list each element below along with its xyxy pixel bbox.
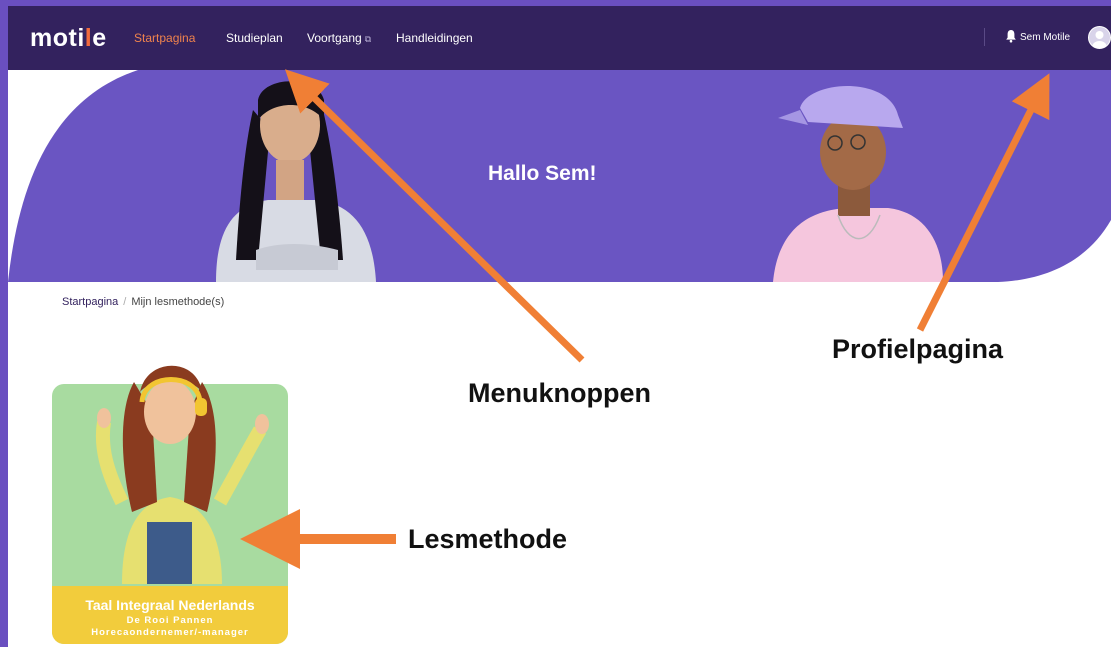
avatar[interactable] [1088,26,1111,49]
user-name[interactable]: Sem Motile [1020,32,1070,43]
hero-banner: Hallo Sem! [8,70,1111,282]
breadcrumb-current: Mijn lesmethode(s) [131,296,225,308]
breadcrumb-home-link[interactable]: Startpagina [62,296,118,308]
top-navigation: motile Startpagina Studieplan Voortgang ⧉… [8,6,1111,70]
method-card-subtitle-1: De Rooi Pannen [126,615,214,626]
motile-logo[interactable]: motile [30,24,107,53]
nav-item-voortgang-label: Voortgang [307,31,362,45]
annotation-menuknoppen: Menuknoppen [468,378,651,408]
nav-item-voortgang[interactable]: Voortgang ⧉ [307,31,371,45]
logo-text-prefix: moti [30,24,85,52]
bell-icon[interactable] [1005,29,1017,43]
breadcrumb-separator: / [123,296,127,308]
method-card-title: Taal Integraal Nederlands [85,597,255,613]
annotation-profielpagina: Profielpagina [832,334,1004,364]
hero-greeting: Hallo Sem! [488,162,597,185]
method-card-subtitle-2: Horecaondernemer/-manager [91,627,249,638]
nav-item-studieplan[interactable]: Studieplan [226,31,283,45]
external-link-icon: ⧉ [364,34,372,44]
logo-text-suffix: e [92,24,107,52]
method-card[interactable]: Taal Integraal Nederlands De Rooi Pannen… [52,352,288,644]
nav-divider [984,28,985,46]
annotation-lesmethode: Lesmethode [408,524,568,554]
user-avatar-icon [1092,31,1107,48]
nav-item-handleidingen[interactable]: Handleidingen [396,31,473,45]
nav-item-startpagina[interactable]: Startpagina [134,31,195,45]
breadcrumb: Startpagina / Mijn lesmethode(s) [62,296,224,308]
